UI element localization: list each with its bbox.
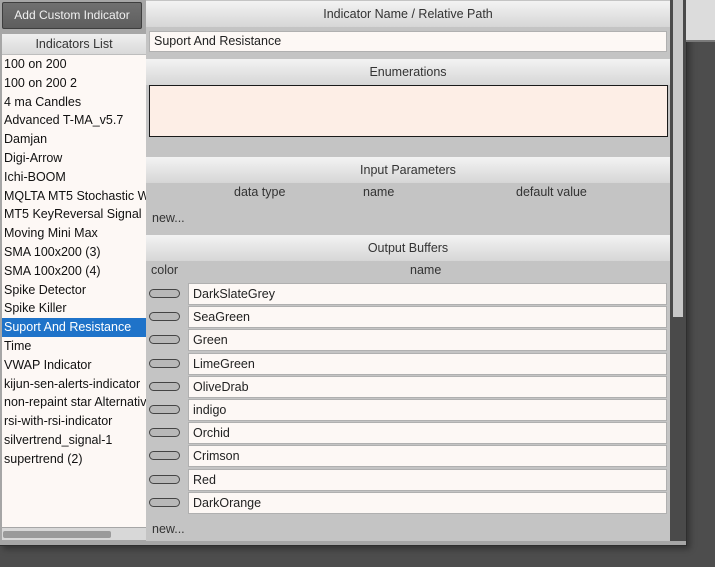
buffer-color-swatch[interactable] [149,381,180,391]
buffer-color-swatch[interactable] [149,405,180,414]
indicator-list-item[interactable]: 100 on 200 2 [2,74,148,93]
output-buffer-row: Green [146,329,670,352]
output-col-color: color [151,263,179,277]
vertical-scrollbar-thumb[interactable] [673,0,683,317]
indicator-list-item[interactable]: Time [2,337,148,356]
output-buffer-row: DarkSlateGrey [146,283,670,305]
enumerations-header: Enumerations [146,59,670,85]
background-window-edge [686,0,715,40]
indicators-list: 100 on 200 100 on 200 24 ma Candles Advanc… [2,55,148,527]
vertical-scrollbar[interactable] [670,0,686,541]
output-buffer-row: OliveDrab [146,375,670,398]
enumerations-textarea[interactable] [149,85,668,137]
buffer-color-swatch[interactable] [149,358,180,368]
output-buffer-row: LimeGreen [146,352,670,375]
buffer-name-input[interactable]: DarkOrange [188,491,667,514]
buffer-color-swatch[interactable] [149,497,180,507]
buffer-color-swatch[interactable] [149,428,180,438]
output-buffers-header: Output Buffers [146,235,670,261]
indicator-list-item[interactable]: Suport And Resistance [2,318,148,337]
indicator-list-item[interactable]: 100 on 200 [2,55,148,74]
horizontal-scrollbar-thumb[interactable] [3,531,111,538]
indicator-list-item[interactable]: VWAP Indicator [2,356,148,375]
indicator-list-item[interactable]: silvertrend_signal-1 [2,431,148,450]
indicators-list-header: Indicators List [2,34,146,55]
indicator-list-item[interactable]: non-repaint star Alternativ [2,393,148,412]
input-col-name: name [363,185,395,199]
indicator-list-item[interactable]: Advanced T-MA_v5.7 [2,111,148,130]
buffer-name-input[interactable]: indigo [188,399,667,421]
indicator-list-item[interactable]: supertrend (2) [2,450,148,469]
input-col-data-type: data type [234,185,286,199]
indicator-list-item[interactable]: SMA 100x200 (4) [2,262,148,281]
output-col-name: name [410,263,442,277]
indicators-list-horizontal-scrollbar[interactable] [2,528,148,540]
indicator-list-item[interactable]: Spike Detector [2,281,148,300]
indicator-list-item[interactable]: MT5 KeyReversal Signal [2,205,148,224]
indicator-name-input[interactable]: Suport And Resistance [149,31,667,52]
add-custom-indicator-button[interactable]: Add Custom Indicator [2,2,142,29]
buffer-name-input[interactable]: SeaGreen [188,306,667,329]
new-output-buffer-link[interactable]: new... [152,522,185,536]
output-buffer-row: Crimson [146,445,670,468]
indicator-list-item[interactable]: kijun-sen-alerts-indicator [2,375,148,394]
buffer-color-swatch[interactable] [149,312,180,322]
indicator-name-header: Indicator Name / Relative Path [146,1,670,27]
buffer-name-input[interactable]: Orchid [188,422,667,445]
indicator-list-item[interactable]: Ichi-BOOM [2,168,148,187]
indicator-editor-window: Add Custom Indicator Indicators List 100… [0,0,687,546]
indicator-list-item[interactable]: 4 ma Candles [2,93,148,112]
indicator-list-item[interactable]: Spike Killer [2,299,148,318]
buffer-color-swatch[interactable] [149,289,180,298]
buffer-color-swatch[interactable] [149,474,180,484]
indicator-details-panel: Indicator Name / Relative Path Suport An… [146,0,670,541]
indicator-list-item[interactable]: MQLTA MT5 Stochastic W [2,187,148,206]
new-input-parameter-link[interactable]: new... [152,211,185,225]
output-buffer-row: DarkOrange [146,491,670,514]
buffer-name-input[interactable]: OliveDrab [188,375,667,398]
buffer-name-input[interactable]: Green [188,329,667,352]
buffer-name-input[interactable]: LimeGreen [188,352,667,375]
indicator-list-item[interactable]: rsi-with-rsi-indicator [2,412,148,431]
output-buffer-row: Orchid [146,422,670,445]
indicator-list-item[interactable]: Moving Mini Max [2,224,148,243]
output-buffer-row: Red [146,468,670,491]
buffer-name-input[interactable]: DarkSlateGrey [188,283,667,305]
output-buffer-row: indigo [146,399,670,421]
indicator-list-item[interactable]: SMA 100x200 (3) [2,243,148,262]
buffer-name-input[interactable]: Crimson [188,445,667,468]
indicator-list-item[interactable]: Digi-Arrow [2,149,148,168]
output-buffer-row: SeaGreen [146,306,670,329]
indicator-list-item[interactable]: Damjan [2,130,148,149]
buffer-color-swatch[interactable] [149,335,180,345]
buffer-color-swatch[interactable] [149,451,180,461]
input-col-default-value: default value [516,185,587,199]
background-window-divider [686,40,715,42]
buffer-name-input[interactable]: Red [188,468,667,491]
input-parameters-header: Input Parameters [146,157,670,183]
